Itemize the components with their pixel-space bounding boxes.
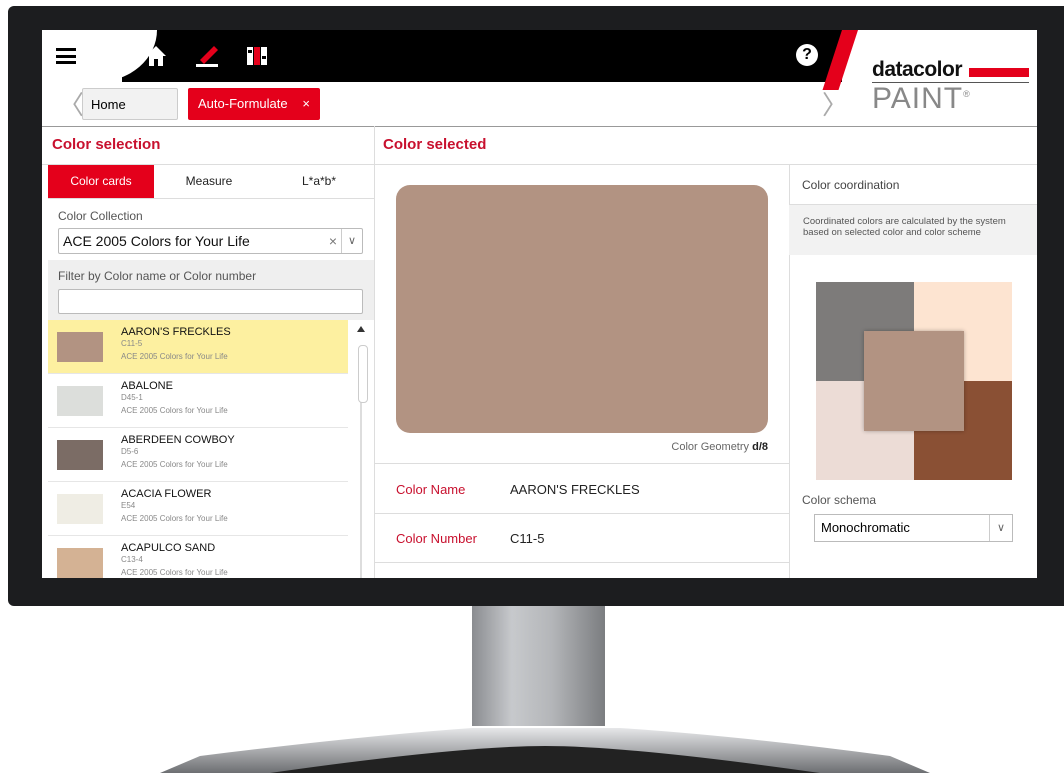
color-number-label: Color Number	[396, 531, 477, 546]
collection-select[interactable]: ACE 2005 Colors for Your Life × ∨	[58, 228, 363, 254]
logo-paint: PAINT®	[872, 82, 971, 115]
color-coordination-title: Color coordination	[802, 178, 900, 192]
collection-label: Color Collection	[58, 209, 143, 223]
color-number-value: C11-5	[510, 531, 545, 546]
monitor-base	[160, 728, 930, 773]
hamburger-icon[interactable]	[56, 48, 76, 64]
selected-color-swatch	[396, 185, 768, 433]
list-item[interactable]: ACAPULCO SAND C13-4 ACE 2005 Colors for …	[48, 536, 348, 578]
color-schema-select[interactable]: Monochromatic ∨	[814, 514, 1013, 542]
color-name-value: AARON'S FRECKLES	[510, 482, 640, 497]
color-name-label: Color Name	[396, 482, 466, 497]
breadcrumb-home[interactable]: Home	[82, 88, 178, 120]
swatch	[57, 548, 103, 578]
monitor-stand	[472, 606, 605, 726]
chevron-down-icon[interactable]: ∨	[989, 515, 1012, 541]
list-item[interactable]: ACACIA FLOWER E54 ACE 2005 Colors for Yo…	[48, 482, 348, 536]
color-schema-label: Color schema	[802, 493, 877, 507]
app-screen: ? 〈 Home Auto-Formulate × 〉 datacolor PA…	[42, 30, 1037, 578]
color-geometry: Color Geometry d/8	[671, 441, 768, 453]
close-icon[interactable]: ×	[302, 88, 310, 120]
back-chevron-icon[interactable]: 〈	[58, 92, 84, 118]
tab-measure[interactable]: Measure	[154, 165, 264, 198]
list-item[interactable]: AARON'S FRECKLES C11-5 ACE 2005 Colors f…	[48, 320, 348, 374]
coord-center-swatch	[864, 331, 964, 431]
clear-icon[interactable]: ×	[329, 229, 337, 253]
swatch	[57, 386, 103, 416]
breadcrumb-active-label: Auto-Formulate	[198, 96, 288, 111]
color-list: AARON'S FRECKLES C11-5 ACE 2005 Colors f…	[48, 320, 348, 578]
list-item[interactable]: ABALONE D45-1 ACE 2005 Colors for Your L…	[48, 374, 348, 428]
color-schema-value: Monochromatic	[821, 520, 910, 535]
logo-datacolor: datacolor	[872, 58, 963, 81]
color-coordination-grid	[816, 282, 1012, 480]
swatch	[57, 332, 103, 362]
swatch	[57, 440, 103, 470]
tab-lab[interactable]: L*a*b*	[264, 165, 374, 198]
home-icon[interactable]	[144, 44, 168, 73]
list-item[interactable]: ABERDEEN COWBOY D5-6 ACE 2005 Colors for…	[48, 428, 348, 482]
help-icon[interactable]: ?	[796, 44, 818, 66]
tab-color-cards[interactable]: Color cards	[48, 165, 154, 198]
color-selection-title: Color selection	[52, 136, 161, 153]
chevron-down-icon[interactable]: ∨	[341, 229, 362, 253]
breadcrumb-auto-formulate[interactable]: Auto-Formulate ×	[188, 88, 320, 120]
swatch	[57, 494, 103, 524]
color-fan-icon[interactable]	[245, 44, 269, 73]
collection-value: ACE 2005 Colors for Your Life	[63, 233, 250, 249]
pen-swatch-icon[interactable]	[194, 44, 220, 73]
filter-input[interactable]	[58, 289, 363, 314]
scrollbar-thumb[interactable]	[358, 345, 368, 403]
color-selected-title: Color selected	[383, 136, 487, 153]
filter-label: Filter by Color name or Color number	[58, 269, 257, 283]
coordination-description: Coordinated colors are calculated by the…	[789, 205, 1037, 255]
